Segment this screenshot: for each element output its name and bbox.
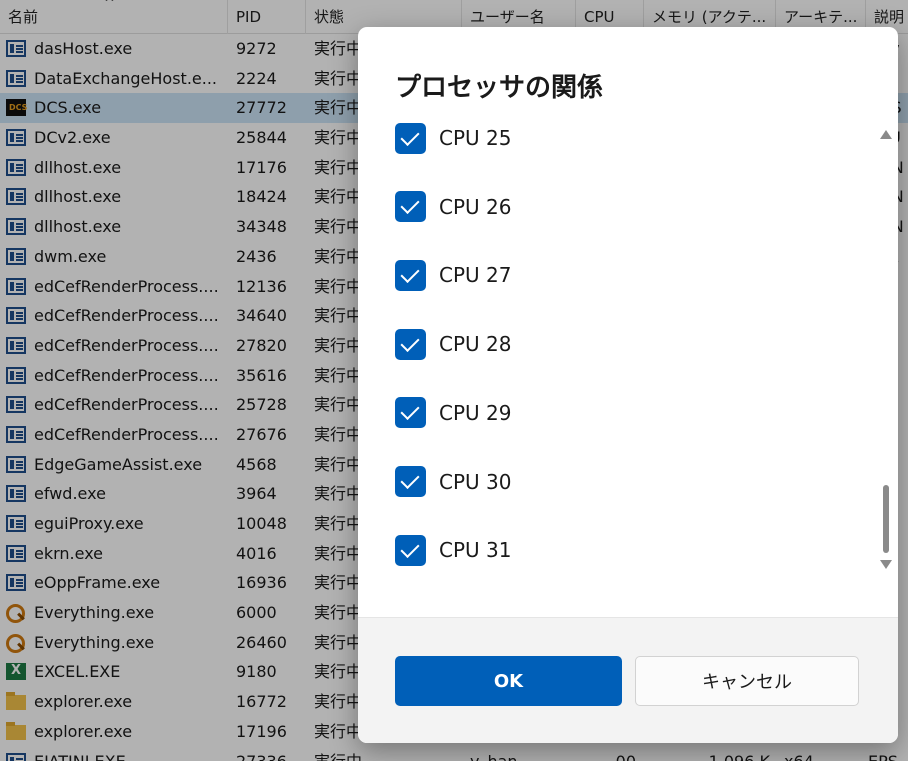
checkbox-checked-icon[interactable] [395, 259, 426, 291]
cpu-label: CPU 27 [439, 263, 512, 288]
cancel-button[interactable]: キャンセル [635, 656, 859, 706]
checkbox-checked-icon[interactable] [395, 328, 426, 360]
checkbox-checked-icon[interactable] [395, 191, 426, 223]
cpu-label: CPU 29 [439, 400, 512, 425]
checkbox-checked-icon[interactable] [395, 534, 426, 566]
checkbox-checked-icon[interactable] [395, 122, 426, 154]
checkbox-checked-icon[interactable] [395, 466, 426, 497]
cpu-label: CPU 26 [439, 194, 512, 219]
dialog-title: プロセッサの関係 [395, 73, 604, 103]
cpu-checkbox-item[interactable]: CPU 26 [395, 190, 511, 224]
cpu-label: CPU 25 [439, 126, 512, 150]
cpu-checkbox-item[interactable]: CPU 29 [395, 396, 511, 430]
scrollbar-thumb[interactable] [883, 485, 889, 553]
cpu-checkbox-item[interactable]: CPU 27 [395, 258, 511, 292]
processor-affinity-dialog: プロセッサの関係 CPU 25 CPU 26 CPU 27 CPU 28 CPU 29 C… [358, 27, 898, 743]
scroll-down-arrow-icon[interactable] [880, 560, 892, 569]
cpu-checkbox-item[interactable]: CPU 30 [395, 465, 511, 499]
cpu-label: CPU 28 [439, 332, 512, 357]
cpu-checkbox-list: CPU 25 CPU 26 CPU 27 CPU 28 CPU 29 CPU 30 CPU … [358, 119, 898, 619]
cpu-checkbox-item[interactable]: CPU 31 [395, 533, 511, 567]
checkbox-checked-icon[interactable] [395, 397, 426, 429]
dialog-footer: OK キャンセル [358, 617, 898, 743]
scroll-up-arrow-icon[interactable] [880, 130, 892, 139]
cpu-checkbox-item[interactable]: CPU 25 [395, 121, 511, 155]
cpu-label: CPU 30 [439, 469, 512, 494]
cpu-checkbox-item[interactable]: CPU 28 [395, 327, 511, 361]
cpu-label: CPU 31 [439, 538, 512, 563]
ok-button[interactable]: OK [395, 656, 622, 706]
